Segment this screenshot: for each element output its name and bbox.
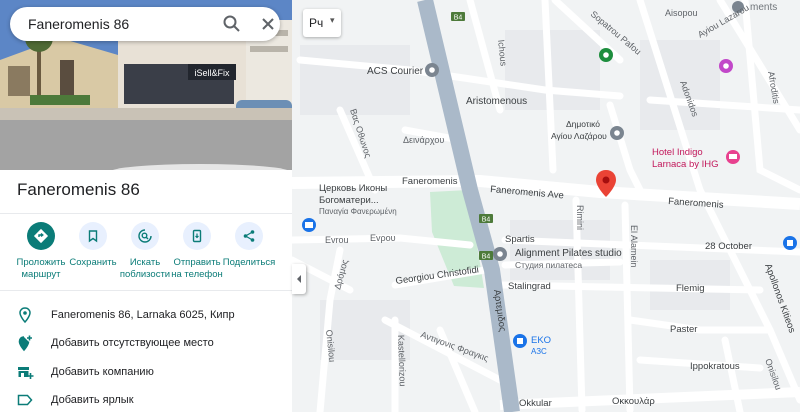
street-flemig: Flemig <box>676 283 705 294</box>
directions-button[interactable]: Проложить маршрут <box>13 222 69 281</box>
nearby-label: Искать <box>129 257 161 268</box>
add-location-icon <box>16 334 34 352</box>
add-missing-place-row[interactable]: Добавить отсутствующее место <box>0 329 292 357</box>
add-business-row[interactable]: Добавить компанию <box>0 358 292 386</box>
map-type-label: Рч <box>309 16 324 30</box>
search-icon[interactable] <box>222 14 244 34</box>
address-text: Faneromenis 86, Larnaka 6025, Кипр <box>51 309 235 321</box>
poi-school-line2: Αγίου Λαζάρου <box>551 131 607 141</box>
bookmark-icon <box>79 222 107 250</box>
street-kastellorizou: Kastellorizou <box>396 335 408 387</box>
divider <box>0 290 292 291</box>
directions-icon <box>27 222 55 250</box>
place-panel: iSell&Fix Faneromenis 86 Faneromenis 86 <box>0 0 292 412</box>
nearby-icon <box>131 222 159 250</box>
green-poi[interactable] <box>599 48 613 62</box>
place-title: Faneromenis 86 <box>17 180 140 199</box>
church-poi[interactable] <box>302 218 316 232</box>
add-missing-place-text: Добавить отсутствующее место <box>51 337 214 349</box>
nearby-label-2: поблизости <box>119 269 171 280</box>
route-shield-b4: B4 <box>482 254 491 261</box>
send-to-phone-label-2: на телефон <box>171 269 223 280</box>
poi-church-line3: Παναγία Φανερωμένη <box>319 207 397 216</box>
poi-acs-courier: ACS Courier <box>367 66 424 77</box>
add-label-text: Добавить ярлык <box>51 394 134 406</box>
share-icon <box>235 222 263 250</box>
save-label: Сохранить <box>69 257 117 268</box>
nearby-button[interactable]: Искать поблизости <box>117 222 173 281</box>
street-el-alamein: El Alamein <box>629 225 639 268</box>
poi-eko-line2: АЗС <box>531 347 547 356</box>
directions-label: Проложить <box>16 257 66 268</box>
shop-poi[interactable] <box>719 59 733 73</box>
street-spartis: Spartis <box>505 234 535 245</box>
fitness-poi[interactable] <box>493 247 507 261</box>
phone-icon <box>183 222 211 250</box>
street-evrou-greek: Εvρου <box>370 233 396 243</box>
street-faneromenis-west: Faneromenis <box>402 176 458 187</box>
share-label: Поделиться <box>222 257 276 268</box>
location-pin-icon <box>16 306 34 324</box>
acs-courier-poi[interactable] <box>425 63 439 77</box>
street-okkoular-greek: Οκκουλάρ <box>612 396 655 407</box>
search-input[interactable]: Faneromenis 86 <box>28 16 129 32</box>
save-button[interactable]: Сохранить <box>65 222 121 269</box>
map-canvas[interactable]: B4 B4 B4 Ichous Sopatrou Pafou Aisopou A… <box>292 0 800 412</box>
poi-alignment-line2: Студия пилатеса <box>515 260 582 270</box>
street-stalingrad: Stalingrad <box>508 281 551 292</box>
search-box[interactable]: Faneromenis 86 <box>10 7 280 41</box>
close-icon[interactable] <box>258 14 280 34</box>
street-rimini: Rimini <box>575 205 585 230</box>
street-evrou: Evrou <box>325 235 349 245</box>
send-to-phone-button[interactable]: Отправить на телефон <box>169 222 225 281</box>
directions-label-2: маршрут <box>21 269 61 280</box>
poi-eko-line1: EKO <box>531 335 551 346</box>
poi-alignment-line1: Alignment Pilates studio <box>515 248 622 259</box>
chevron-left-icon <box>297 275 301 283</box>
route-shield-b4: B4 <box>454 15 463 22</box>
address-row[interactable]: Faneromenis 86, Larnaka 6025, Кипр <box>0 301 292 329</box>
add-business-icon <box>16 363 34 381</box>
collapse-panel-button[interactable] <box>292 264 306 294</box>
street-28-october: 28 October <box>705 241 752 252</box>
action-bar: Проложить маршрут Сохранить Искать побли… <box>0 222 292 284</box>
poi-church-line1: Церковь Иконы <box>319 183 387 194</box>
label-icon <box>16 391 34 409</box>
share-button[interactable]: Поделиться <box>221 222 277 269</box>
divider <box>0 213 292 214</box>
school-poi[interactable] <box>610 126 624 140</box>
street-aisopou: Aisopou <box>665 8 698 18</box>
add-business-text: Добавить компанию <box>51 366 154 378</box>
shop-sign: iSell&Fix <box>194 68 230 78</box>
right-edge-poi[interactable] <box>783 236 797 250</box>
poi-church-line2: Богоматери... <box>319 195 379 206</box>
street-okkular: Okkular <box>519 398 552 409</box>
poi-ments: ments <box>750 2 777 13</box>
poi-hotel-line1: Hotel Indigo <box>652 147 703 158</box>
send-to-phone-label: Отправить <box>173 257 221 268</box>
street-paster: Paster <box>670 324 697 335</box>
street-ippokratous: Ippokratous <box>690 361 740 372</box>
chevron-down-icon: ▾ <box>330 15 335 25</box>
add-label-row[interactable]: Добавить ярлык <box>0 386 292 412</box>
map-type-button[interactable]: Рч ▾ <box>303 9 341 37</box>
poi-hotel-line2: Larnaca by IHG <box>652 159 719 170</box>
route-shield-b4: B4 <box>482 217 491 224</box>
gas-station-poi[interactable] <box>513 334 527 348</box>
hotel-poi[interactable] <box>726 150 740 164</box>
street-aristomenous: Aristomenous <box>466 96 527 107</box>
street-deinarchou: Δεινάρχου <box>403 135 444 145</box>
poi-school-line1: Δημοτικό <box>566 119 600 129</box>
